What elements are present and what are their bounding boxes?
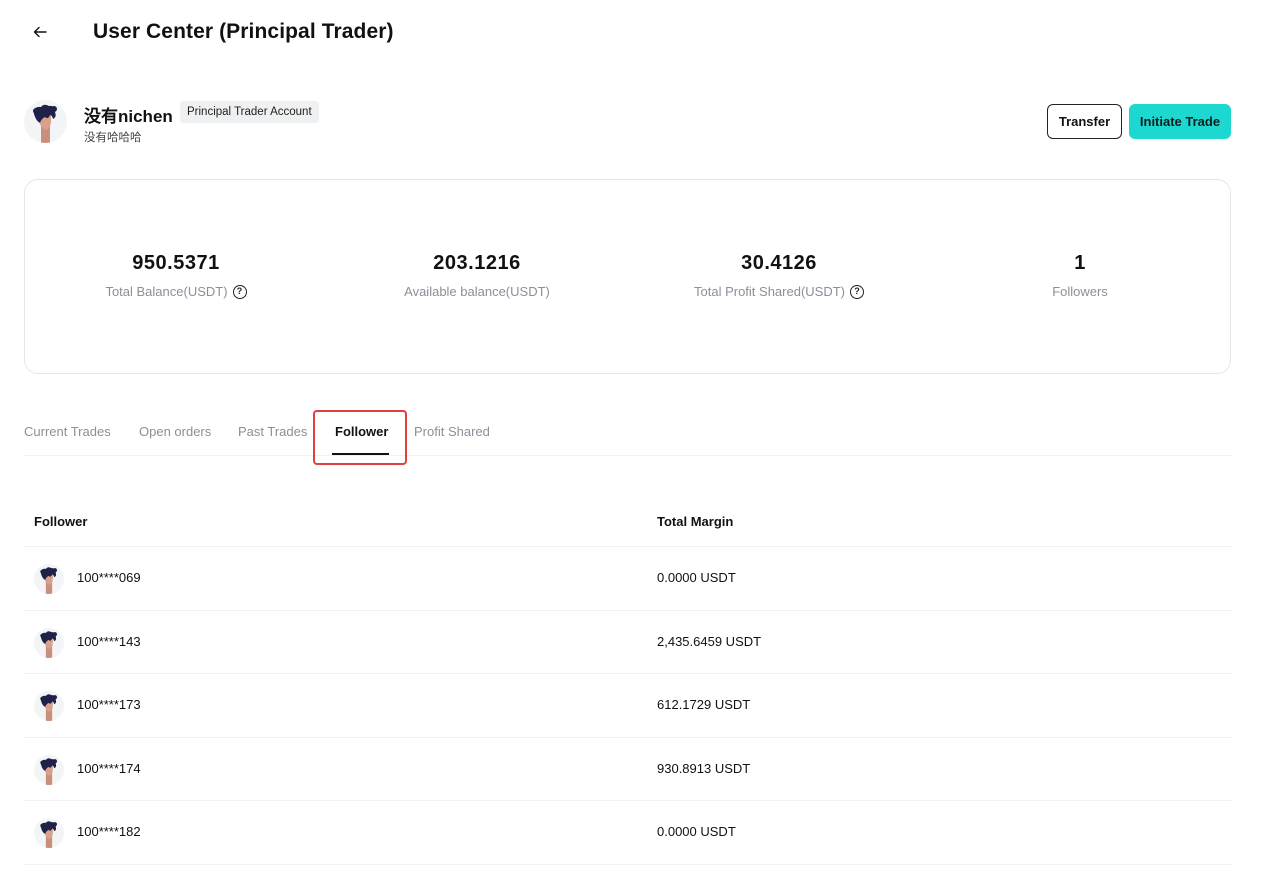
stat-label: Available balance(USDT) (404, 284, 550, 299)
tab-bar: Current Trades Open orders Past Trades F… (24, 410, 1231, 456)
page-title: User Center (Principal Trader) (93, 20, 394, 43)
total-margin-value: 612.1729 USDT (657, 697, 751, 712)
stat-value: 30.4126 (741, 252, 817, 274)
avatar (34, 691, 64, 721)
help-icon[interactable]: ? (232, 284, 247, 299)
table-row: 100****173 612.1729 USDT (24, 674, 1231, 738)
column-header-total-margin: Total Margin (657, 514, 734, 529)
tab-current-trades[interactable]: Current Trades (24, 424, 111, 439)
help-icon[interactable]: ? (850, 284, 864, 299)
avatar (34, 564, 64, 594)
avatar (34, 627, 64, 658)
total-margin-value: 930.8913 USDT (657, 760, 751, 776)
total-margin-value: 0.0000 USDT (657, 570, 736, 585)
column-header-follower: Follower (34, 514, 88, 529)
avatar (34, 818, 64, 848)
stat-followers: 1 Followers (930, 252, 1230, 301)
stat-label: Total Balance(USDT) (105, 284, 228, 299)
follower-id: 100****182 (77, 824, 141, 839)
follower-id: 100****069 (77, 570, 141, 585)
table-row: 100****174 930.8913 USDT (24, 738, 1231, 801)
stat-label: Total Profit Shared(USDT) (694, 284, 845, 299)
stat-label: Followers (1052, 284, 1108, 299)
user-subname: 没有哈哈哈 (84, 132, 142, 144)
total-margin-value: 0.0000 USDT (657, 824, 736, 839)
username: 没有nichen (84, 107, 173, 126)
initiate-trade-button[interactable]: Initiate Trade (1129, 104, 1231, 139)
stat-value: 1 (1074, 252, 1086, 274)
table-row: 100****182 0.0000 USDT (24, 801, 1231, 865)
active-tab-indicator (332, 453, 389, 455)
avatar (24, 100, 67, 143)
stats-card: 950.5371 Total Balance(USDT) ? 203.1216 … (24, 179, 1231, 374)
tab-profit-shared[interactable]: Profit Shared (414, 424, 490, 439)
total-margin-value: 2,435.6459 USDT (657, 633, 762, 649)
stat-available-balance: 203.1216 Available balance(USDT) (327, 252, 627, 301)
avatar (34, 754, 64, 785)
follower-id: 100****174 (77, 760, 141, 776)
tab-past-trades[interactable]: Past Trades (238, 424, 307, 439)
table-row: 100****143 2,435.6459 USDT (24, 611, 1231, 674)
table-header: Follower Total Margin (24, 500, 1231, 547)
tab-follower[interactable]: Follower (335, 424, 388, 439)
follower-id: 100****173 (77, 697, 141, 712)
followers-table: Follower Total Margin 100****069 0.0000 U… (24, 500, 1231, 865)
stat-total-balance: 950.5371 Total Balance(USDT) ? (26, 252, 326, 301)
stat-value: 203.1216 (433, 252, 521, 274)
tab-open-orders[interactable]: Open orders (139, 424, 211, 439)
table-row: 100****069 0.0000 USDT (24, 547, 1231, 611)
page-header: User Center (Principal Trader) (0, 0, 1280, 70)
account-type-badge: Principal Trader Account (180, 101, 319, 123)
stat-value: 950.5371 (132, 252, 220, 274)
follower-id: 100****143 (77, 633, 141, 649)
arrow-left-icon[interactable] (28, 20, 52, 44)
stat-total-profit-shared: 30.4126 Total Profit Shared(USDT) ? (629, 252, 929, 301)
transfer-button[interactable]: Transfer (1047, 104, 1122, 139)
